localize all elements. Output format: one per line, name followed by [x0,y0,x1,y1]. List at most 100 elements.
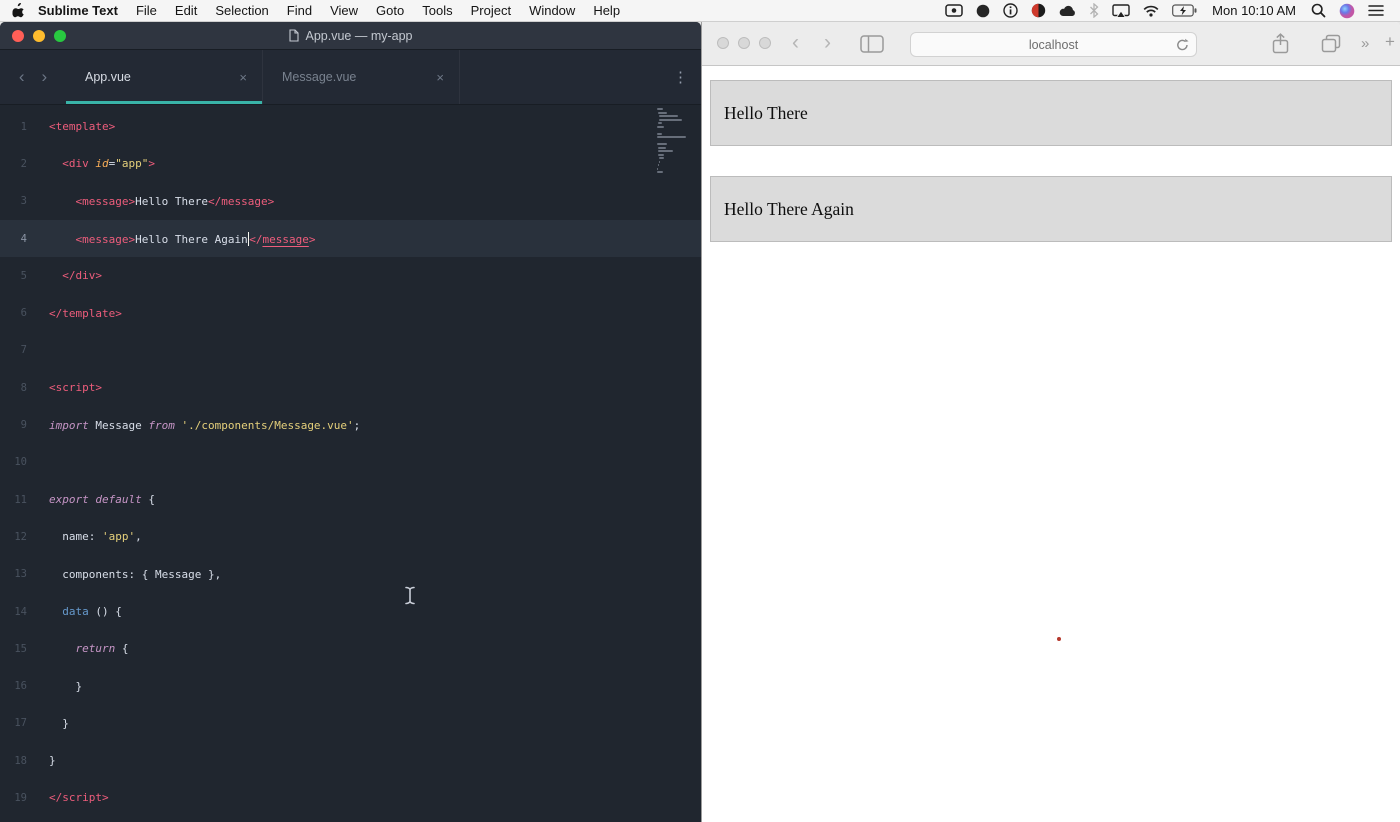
tab-label: Message.vue [282,70,357,84]
zoom-window-button[interactable] [759,37,771,49]
tab-message-vue[interactable]: Message.vue × [263,50,460,104]
minimap-line [657,171,663,173]
menu-window[interactable]: Window [520,3,584,18]
minimize-window-button[interactable] [33,30,45,42]
new-tab-button[interactable]: + [1385,28,1395,56]
line-content: } [36,754,56,767]
address-bar[interactable]: localhost [910,32,1197,57]
toolbar-overflow-button[interactable]: » [1361,30,1369,58]
code-line-12[interactable]: 12 name: 'app', [0,518,701,555]
tab-overview-button[interactable] [1321,34,1341,53]
menu-help[interactable]: Help [584,3,629,18]
menu-edit[interactable]: Edit [166,3,206,18]
code-line-14[interactable]: 14 data () { [0,593,701,630]
minimap-line [657,167,658,170]
minimap-line [657,125,664,128]
menu-tools[interactable]: Tools [413,3,461,18]
line-number: 6 [20,307,27,320]
code-segment: <template> [49,120,116,134]
code-editor[interactable]: 1 <template> 2 <div id="app"> 3 <message>He… [0,105,701,822]
info-icon[interactable] [1003,3,1018,18]
tab-app-vue[interactable]: App.vue × [66,50,263,104]
code-line-2[interactable]: 2 <div id="app"> [0,145,701,182]
wifi-icon[interactable] [1143,5,1159,17]
browser-back-button[interactable]: ‹ [792,29,799,57]
screen-mirroring-icon[interactable] [1112,3,1130,18]
close-window-button[interactable] [717,37,729,49]
sublime-tab-bar: ‹ › App.vue × Message.vue × ⋮ [0,50,701,105]
line-content: </template> [36,307,122,320]
list-icon[interactable] [1368,4,1384,17]
code-line-17[interactable]: 17 } [0,705,701,742]
code-line-8[interactable]: 8 <script> [0,369,701,406]
menu-project[interactable]: Project [462,3,520,18]
code-line-10[interactable]: 10 [0,444,701,481]
menu-view[interactable]: View [321,3,367,18]
window-title: App.vue — my-app [288,29,413,43]
battery-charging-icon[interactable] [1172,4,1197,17]
line-number: 14 [14,605,27,618]
code-line-9[interactable]: 9 import Message from './components/Messa… [0,406,701,443]
code-line-7[interactable]: 7 [0,332,701,369]
browser-viewport[interactable]: Hello There Hello There Again [702,66,1400,822]
tab-close-icon[interactable]: × [433,70,447,85]
code-line-13[interactable]: 13 components: { Message }, [0,556,701,593]
line-number: 18 [14,754,27,767]
line-number: 12 [14,530,27,543]
spotlight-search-icon[interactable] [1311,3,1326,18]
code-line-19[interactable]: 19 </script> [0,779,701,816]
code-line-15[interactable]: 15 return { [0,630,701,667]
code-segment: } [49,754,56,768]
line-content: <message>Hello There</message> [36,195,275,208]
menu-file[interactable]: File [127,3,166,18]
refresh-button[interactable] [1176,38,1189,52]
sublime-title-bar[interactable]: App.vue — my-app [0,22,701,50]
siri-icon[interactable] [1339,3,1355,19]
code-line-4[interactable]: 4 <message>Hello There Again </message> [0,219,701,258]
code-segment: 'app' [101,530,136,544]
code-line-5[interactable]: 5 </div> [0,257,701,294]
macos-menu-bar: Sublime Text File Edit Selection Find View Go… [0,0,1400,22]
tab-close-icon[interactable]: × [236,70,250,85]
minimap-line [658,111,667,114]
sidebar-toggle-button[interactable] [860,35,884,53]
menu-bar-clock[interactable]: Mon 10:10 AM [1210,3,1298,18]
menu-selection[interactable]: Selection [206,3,277,18]
cloud-icon[interactable] [1059,5,1076,17]
menu-bar-status-area: Mon 10:10 AM [945,3,1384,19]
code-segment: { [115,642,129,656]
code-line-6[interactable]: 6 </template> [0,294,701,331]
code-line-18[interactable]: 18} [0,742,701,779]
circle-status-icon[interactable] [976,4,990,18]
share-button[interactable] [1272,33,1289,54]
line-number: 13 [14,568,27,581]
menu-app-name[interactable]: Sublime Text [29,3,127,18]
close-window-button[interactable] [12,30,24,42]
safari-toolbar[interactable]: ‹ › localhost » + [702,22,1400,66]
code-line-16[interactable]: 16 } [0,667,701,704]
tab-overflow-button[interactable]: ⋮ [673,50,688,104]
screen-recording-icon[interactable] [945,4,963,17]
line-content: <message>Hello There Again </message> [36,231,315,246]
code-line-11[interactable]: 11 export default { [0,481,701,518]
line-number: 8 [20,381,27,394]
red-circle-status-icon[interactable] [1031,3,1046,18]
bluetooth-icon[interactable] [1089,3,1099,18]
apple-menu-icon[interactable] [12,3,25,18]
minimap[interactable] [657,108,695,175]
zoom-window-button[interactable] [54,30,66,42]
window-controls-inactive [717,37,771,49]
menu-goto[interactable]: Goto [367,3,413,18]
browser-forward-button[interactable]: › [824,29,831,57]
code-segment: id [95,157,109,171]
code-segment: return [75,642,116,656]
code-line-1[interactable]: 1 <template> [0,108,701,145]
nav-forward-button[interactable]: › [42,67,48,87]
menu-find[interactable]: Find [278,3,321,18]
code-line-3[interactable]: 3 <message>Hello There</message> [0,183,701,220]
nav-back-button[interactable]: ‹ [19,67,25,87]
code-segment: , [135,530,142,544]
line-content: components: { Message }, [36,568,221,581]
minimize-window-button[interactable] [738,37,750,49]
